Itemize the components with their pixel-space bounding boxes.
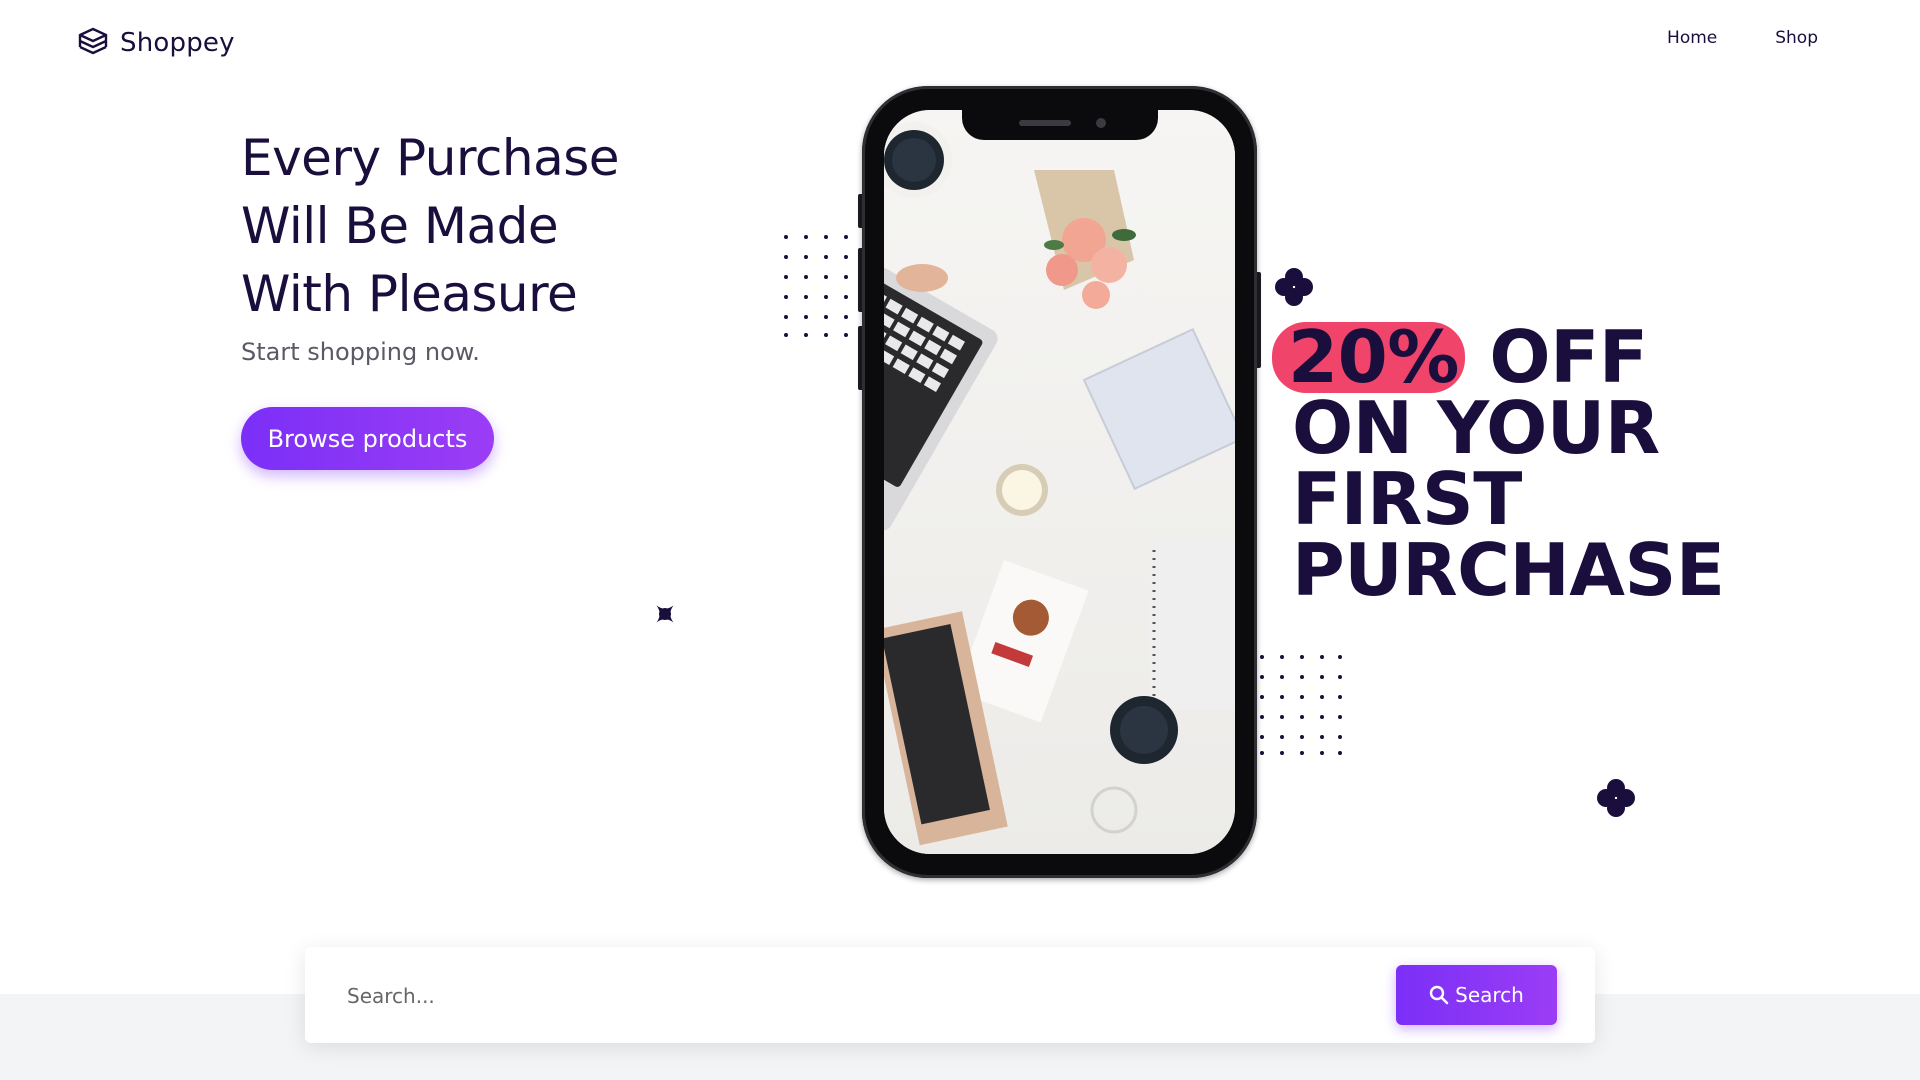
stacked-layers-icon [76, 26, 110, 60]
nav-home[interactable]: Home [1667, 28, 1717, 48]
nav-shop[interactable]: Shop [1775, 28, 1818, 48]
hero-title: Every Purchase Will Be Made With Pleasur… [241, 124, 741, 328]
brand-name: Shoppey [120, 28, 235, 58]
phone-notch [962, 110, 1158, 140]
promo-line-1: 20% OFF [1272, 321, 1725, 393]
search-icon [1429, 985, 1449, 1005]
desk-flatlay-illustration [884, 110, 1235, 854]
hero-title-line: Will Be Made [241, 197, 559, 255]
hero-subtitle: Start shopping now. [241, 338, 480, 366]
phone-screen-photo [884, 110, 1235, 854]
main-nav: Home Shop [1667, 28, 1818, 48]
search-input[interactable] [345, 969, 1349, 1023]
sparkle-icon [1275, 268, 1313, 306]
search-bar: Search [305, 947, 1595, 1043]
sparkle-icon [656, 605, 674, 623]
hero-title-line: Every Purchase [241, 129, 620, 187]
hero-title-line: With Pleasure [241, 265, 578, 323]
phone-speaker [1019, 120, 1071, 126]
promo-discount-highlight: 20% [1272, 321, 1465, 393]
page: Shoppey Home Shop Every Purchase Will Be… [0, 0, 1920, 1080]
promo-line-2: ON YOUR [1292, 386, 1660, 470]
promo-line-3: FIRST [1292, 457, 1522, 541]
search-button-label: Search [1455, 983, 1524, 1007]
brand-logo[interactable]: Shoppey [76, 26, 235, 60]
promo-headline: 20% OFF ON YOUR FIRST PURCHASE [1272, 321, 1725, 612]
phone-mockup [858, 86, 1261, 878]
sparkle-icon [1597, 779, 1635, 817]
browse-products-button[interactable]: Browse products [241, 407, 494, 470]
search-button[interactable]: Search [1396, 965, 1557, 1025]
promo-line-4: PURCHASE [1292, 528, 1725, 612]
phone-camera [1096, 118, 1106, 128]
